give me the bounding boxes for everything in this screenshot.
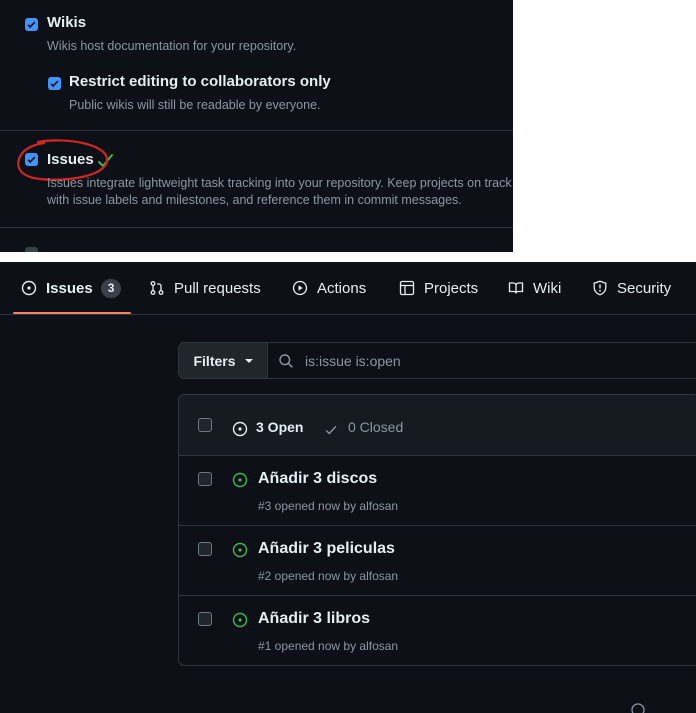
next-feature-checkbox[interactable]	[25, 247, 38, 252]
tab-projects[interactable]: Projects	[399, 262, 478, 314]
filters-label: Filters	[193, 352, 236, 369]
issues-description: Issues integrate lightweight task tracki…	[47, 176, 512, 207]
search-box	[268, 343, 696, 378]
issue-opened-icon	[232, 612, 248, 628]
tab-security[interactable]: Security	[592, 262, 671, 314]
git-pull-request-icon	[150, 281, 164, 295]
restrict-editing-description: Public wikis will still be readable by e…	[69, 98, 321, 112]
play-icon	[292, 280, 308, 296]
issue-row[interactable]: Añadir 3 discos #3 opened now by alfosan	[179, 456, 696, 526]
book-icon	[508, 282, 524, 294]
issue-count-badge: 3	[100, 278, 122, 298]
restrict-editing-title: Restrict editing to collaborators only	[69, 73, 331, 90]
search-icon	[279, 353, 293, 368]
open-issues-filter[interactable]: 3 Open	[256, 419, 303, 435]
divider	[0, 227, 513, 228]
issue-list: 3 Open 0 Closed Añadir 3 discos #3 opene…	[178, 394, 696, 666]
issue-title[interactable]: Añadir 3 libros	[258, 610, 370, 628]
issue-title[interactable]: Añadir 3 discos	[258, 470, 377, 488]
selected-tab-underline	[13, 312, 131, 314]
tab-issues[interactable]: Issues 3	[21, 262, 122, 314]
divider	[0, 130, 513, 131]
wikis-checkbox[interactable]	[25, 18, 38, 31]
issue-title[interactable]: Añadir 3 peliculas	[258, 540, 395, 558]
tab-label: Pull requests	[174, 279, 261, 297]
issue-opened-icon	[232, 542, 248, 558]
issue-meta: #2 opened now by alfosan	[258, 569, 399, 583]
table-icon	[399, 280, 415, 296]
issue-list-header: 3 Open 0 Closed	[179, 395, 696, 456]
issue-meta: #3 opened now by alfosan	[258, 499, 399, 513]
tab-wiki[interactable]: Wiki	[508, 262, 561, 314]
closed-issues-filter[interactable]: 0 Closed	[348, 419, 403, 435]
issue-meta: #1 opened now by alfosan	[258, 639, 399, 653]
shield-icon	[593, 280, 607, 296]
issue-checkbox[interactable]	[198, 542, 212, 556]
select-all-checkbox[interactable]	[198, 418, 212, 432]
filters-button[interactable]: Filters	[179, 343, 268, 378]
search-input[interactable]	[303, 351, 607, 370]
issue-checkbox[interactable]	[198, 472, 212, 486]
issue-opened-icon	[21, 280, 37, 296]
issue-opened-icon	[232, 472, 248, 488]
wikis-description: Wikis host documentation for your reposi…	[47, 39, 297, 53]
repo-nav-tabs: Issues 3 Pull requests Actions Projects …	[0, 262, 696, 315]
issue-row[interactable]: Añadir 3 peliculas #2 opened now by alfo…	[179, 526, 696, 596]
check-icon	[325, 426, 337, 435]
wikis-title: Wikis	[47, 14, 87, 31]
partial-icon	[631, 703, 645, 713]
restrict-editing-checkbox[interactable]	[48, 77, 61, 90]
issues-page: Issues 3 Pull requests Actions Projects …	[0, 262, 696, 713]
issue-filter-bar: Filters	[178, 342, 696, 379]
check-icon	[27, 21, 36, 29]
tab-label: Security	[617, 279, 672, 297]
tab-label: Projects	[424, 279, 479, 297]
issue-opened-icon	[232, 421, 248, 437]
repo-features-settings: Wikis Wikis host documentation for your …	[0, 0, 513, 252]
check-icon	[50, 80, 59, 88]
issue-row[interactable]: Añadir 3 libros #1 opened now by alfosan	[179, 596, 696, 665]
tab-pull-requests[interactable]: Pull requests	[149, 262, 261, 314]
tab-label: Actions	[317, 279, 367, 297]
tab-label: Wiki	[533, 279, 562, 297]
tab-actions[interactable]: Actions	[292, 262, 366, 314]
caret-down-icon	[244, 358, 253, 363]
tab-label: Issues	[46, 279, 93, 297]
issue-checkbox[interactable]	[198, 612, 212, 626]
